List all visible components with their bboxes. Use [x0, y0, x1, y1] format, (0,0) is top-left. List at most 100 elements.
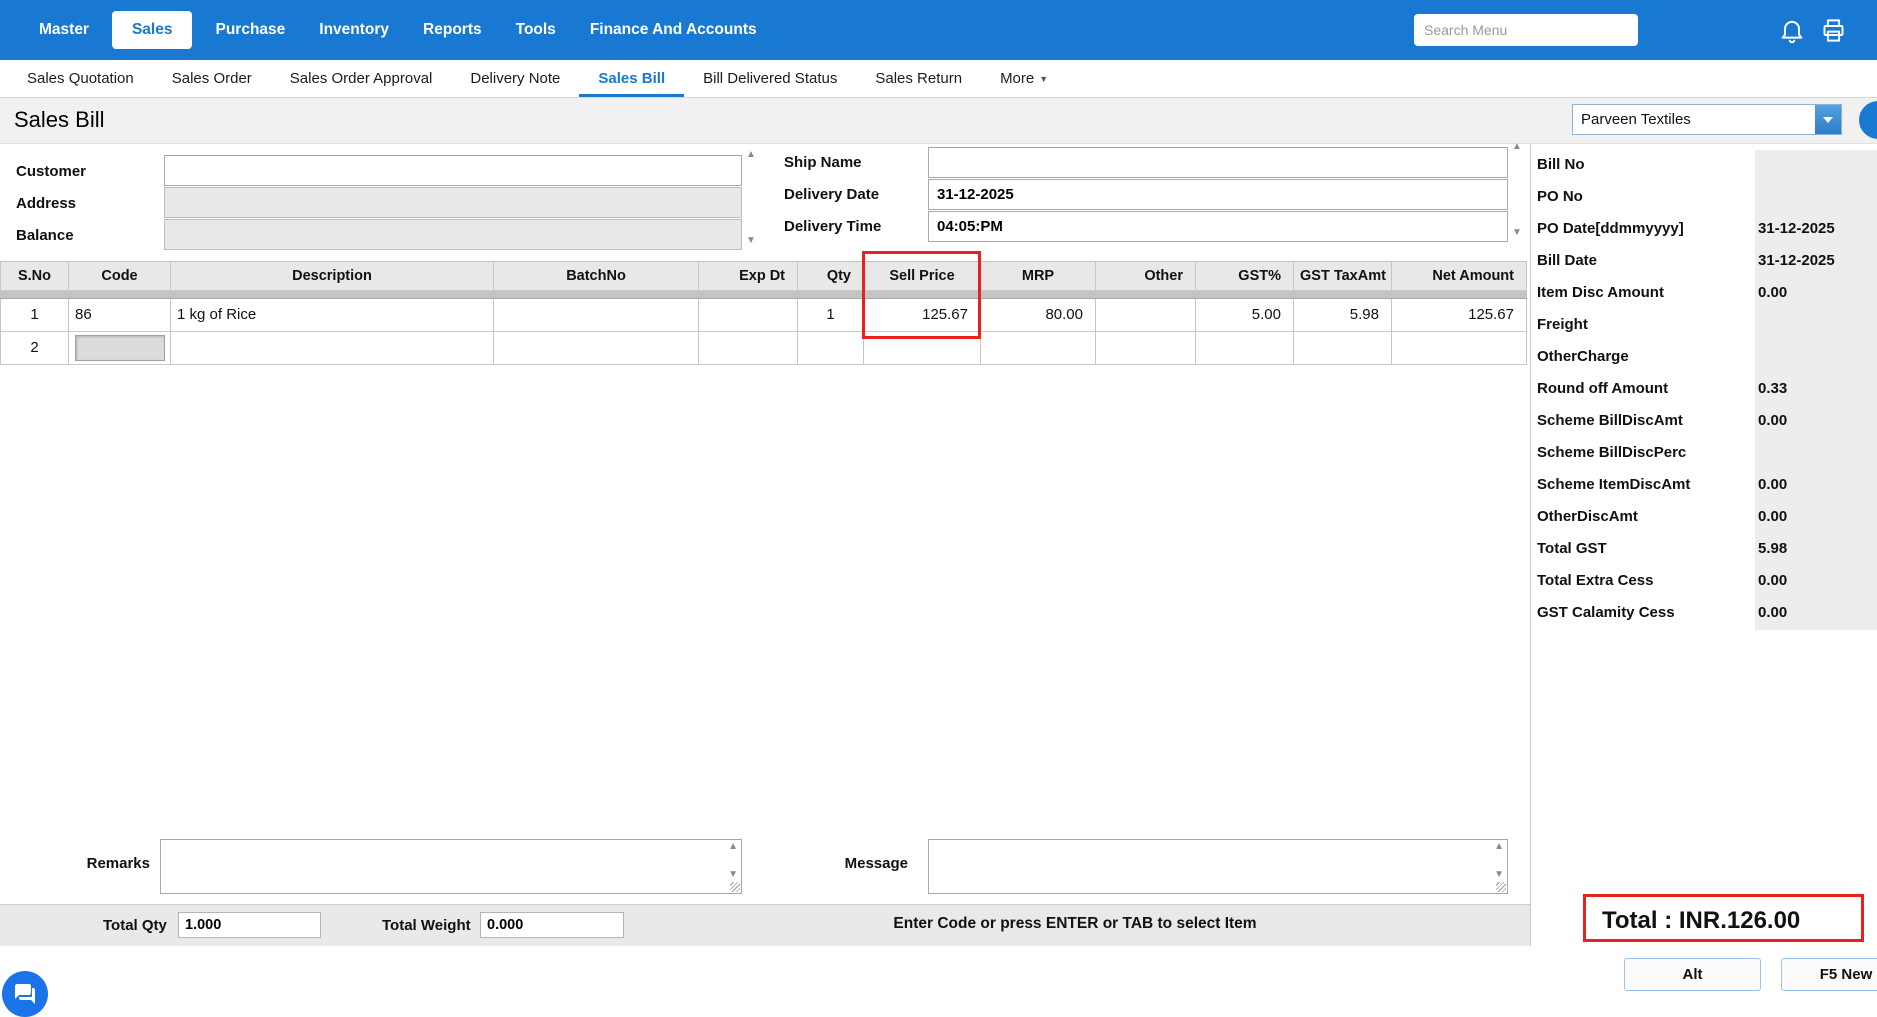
- summary-value[interactable]: [1755, 438, 1877, 470]
- remarks-textarea[interactable]: ▲ ▼: [160, 839, 742, 894]
- summary-row: PO Date[ddmmyyyy] 31-12-2025: [1531, 214, 1877, 246]
- summary-value[interactable]: [1755, 342, 1877, 374]
- tab-sales-bill[interactable]: Sales Bill: [579, 60, 684, 97]
- tab-sales-quotation[interactable]: Sales Quotation: [8, 60, 153, 97]
- ship-name-label: Ship Name: [784, 154, 862, 171]
- nav-item-purchase[interactable]: Purchase: [198, 0, 302, 60]
- summary-value[interactable]: 31-12-2025: [1755, 246, 1877, 278]
- address-label: Address: [16, 195, 77, 212]
- summary-value[interactable]: 0.00: [1755, 406, 1877, 438]
- printer-icon[interactable]: [1820, 17, 1848, 45]
- cell-batchno[interactable]: [494, 299, 699, 331]
- summary-value[interactable]: 0.33: [1755, 374, 1877, 406]
- scroll-up-icon[interactable]: ▲: [728, 842, 738, 852]
- cell-sellprice[interactable]: [864, 332, 981, 364]
- summary-label: Total GST: [1537, 540, 1607, 557]
- cell-qty[interactable]: 1: [798, 299, 864, 331]
- summary-value[interactable]: 0.00: [1755, 566, 1877, 598]
- nav-item-inventory[interactable]: Inventory: [302, 0, 406, 60]
- message-textarea[interactable]: ▲ ▼: [928, 839, 1508, 894]
- cell-netamount[interactable]: 125.67: [1392, 299, 1527, 331]
- delivery-time-input[interactable]: [928, 211, 1508, 242]
- cell-description[interactable]: 1 kg of Rice: [171, 299, 494, 331]
- cell-sno[interactable]: 1: [0, 299, 69, 331]
- cell-netamount[interactable]: [1392, 332, 1527, 364]
- summary-value[interactable]: 31-12-2025: [1755, 214, 1877, 246]
- summary-value[interactable]: 0.00: [1755, 502, 1877, 534]
- cell-sellprice[interactable]: 125.67: [864, 299, 981, 331]
- nav-item-master[interactable]: Master: [22, 0, 106, 60]
- summary-value[interactable]: [1755, 310, 1877, 342]
- address-input[interactable]: [164, 187, 742, 218]
- summary-value[interactable]: 0.00: [1755, 470, 1877, 502]
- summary-label: Freight: [1537, 316, 1588, 333]
- total-qty-label: Total Qty: [103, 917, 167, 934]
- tab-more[interactable]: More ▼: [981, 60, 1067, 97]
- scroll-up-icon[interactable]: ▲: [746, 150, 756, 160]
- tab-bill-delivered-status[interactable]: Bill Delivered Status: [684, 60, 856, 97]
- column-header-sno: S.No: [0, 262, 69, 290]
- summary-value[interactable]: 0.00: [1755, 598, 1877, 630]
- code-input[interactable]: [75, 335, 165, 361]
- cell-gsttaxamt[interactable]: [1294, 332, 1392, 364]
- cell-gstpct[interactable]: [1196, 332, 1294, 364]
- summary-label: Total Extra Cess: [1537, 572, 1654, 589]
- search-input[interactable]: [1414, 14, 1638, 46]
- summary-row: GST Calamity Cess 0.00: [1531, 598, 1877, 630]
- summary-value[interactable]: [1755, 150, 1877, 182]
- tab-sales-return[interactable]: Sales Return: [856, 60, 981, 97]
- scroll-down-icon[interactable]: ▼: [728, 870, 738, 880]
- tab-delivery-note[interactable]: Delivery Note: [451, 60, 579, 97]
- nav-item-tools[interactable]: Tools: [499, 0, 573, 60]
- cell-gsttaxamt[interactable]: 5.98: [1294, 299, 1392, 331]
- bell-icon[interactable]: [1778, 16, 1806, 44]
- cell-other[interactable]: [1096, 332, 1196, 364]
- grid-selection-strip: [0, 291, 1527, 299]
- alt-button[interactable]: Alt: [1624, 958, 1761, 991]
- nav-item-sales[interactable]: Sales: [111, 11, 193, 49]
- summary-label: Bill No: [1537, 156, 1585, 173]
- customer-input[interactable]: [164, 155, 742, 186]
- scroll-down-icon[interactable]: ▼: [746, 236, 756, 246]
- total-qty-input[interactable]: [178, 912, 321, 938]
- summary-value[interactable]: 0.00: [1755, 278, 1877, 310]
- company-selector[interactable]: Parveen Textiles: [1572, 104, 1842, 135]
- summary-value[interactable]: [1755, 182, 1877, 214]
- summary-row: Scheme BillDiscAmt 0.00: [1531, 406, 1877, 438]
- cell-batchno[interactable]: [494, 332, 699, 364]
- resize-grip-icon[interactable]: [1496, 882, 1506, 892]
- cell-expdt[interactable]: [699, 332, 798, 364]
- summary-row: Scheme BillDiscPerc: [1531, 438, 1877, 470]
- cell-other[interactable]: [1096, 299, 1196, 331]
- balance-input[interactable]: [164, 219, 742, 250]
- summary-value[interactable]: 5.98: [1755, 534, 1877, 566]
- tab-sales-order-approval[interactable]: Sales Order Approval: [271, 60, 452, 97]
- cell-code[interactable]: 86: [69, 299, 171, 331]
- cell-expdt[interactable]: [699, 299, 798, 331]
- tab-sales-order[interactable]: Sales Order: [153, 60, 271, 97]
- column-header-sellprice: Sell Price: [864, 262, 981, 290]
- cell-gstpct[interactable]: 5.00: [1196, 299, 1294, 331]
- chevron-down-icon[interactable]: [1815, 105, 1841, 134]
- resize-grip-icon[interactable]: [730, 882, 740, 892]
- cell-sno[interactable]: 2: [0, 332, 69, 364]
- nav-item-finance-accounts[interactable]: Finance And Accounts: [573, 0, 774, 60]
- scroll-up-icon[interactable]: ▲: [1494, 842, 1504, 852]
- summary-row: Freight: [1531, 310, 1877, 342]
- scroll-up-icon[interactable]: ▲: [1512, 142, 1522, 152]
- cell-mrp[interactable]: [981, 332, 1096, 364]
- scroll-down-icon[interactable]: ▼: [1494, 870, 1504, 880]
- nav-item-reports[interactable]: Reports: [406, 0, 499, 60]
- total-weight-input[interactable]: [480, 912, 624, 938]
- scroll-down-icon[interactable]: ▼: [1512, 228, 1522, 238]
- cell-qty[interactable]: [798, 332, 864, 364]
- summary-row: Round off Amount 0.33: [1531, 374, 1877, 406]
- cell-description[interactable]: [171, 332, 494, 364]
- f5-new-button[interactable]: F5 New: [1781, 958, 1877, 991]
- cell-mrp[interactable]: 80.00: [981, 299, 1096, 331]
- ship-name-input[interactable]: [928, 147, 1508, 178]
- chat-button[interactable]: [2, 971, 48, 1017]
- delivery-date-input[interactable]: [928, 179, 1508, 210]
- summary-row: OtherCharge: [1531, 342, 1877, 374]
- remarks-label: Remarks: [86, 855, 150, 872]
